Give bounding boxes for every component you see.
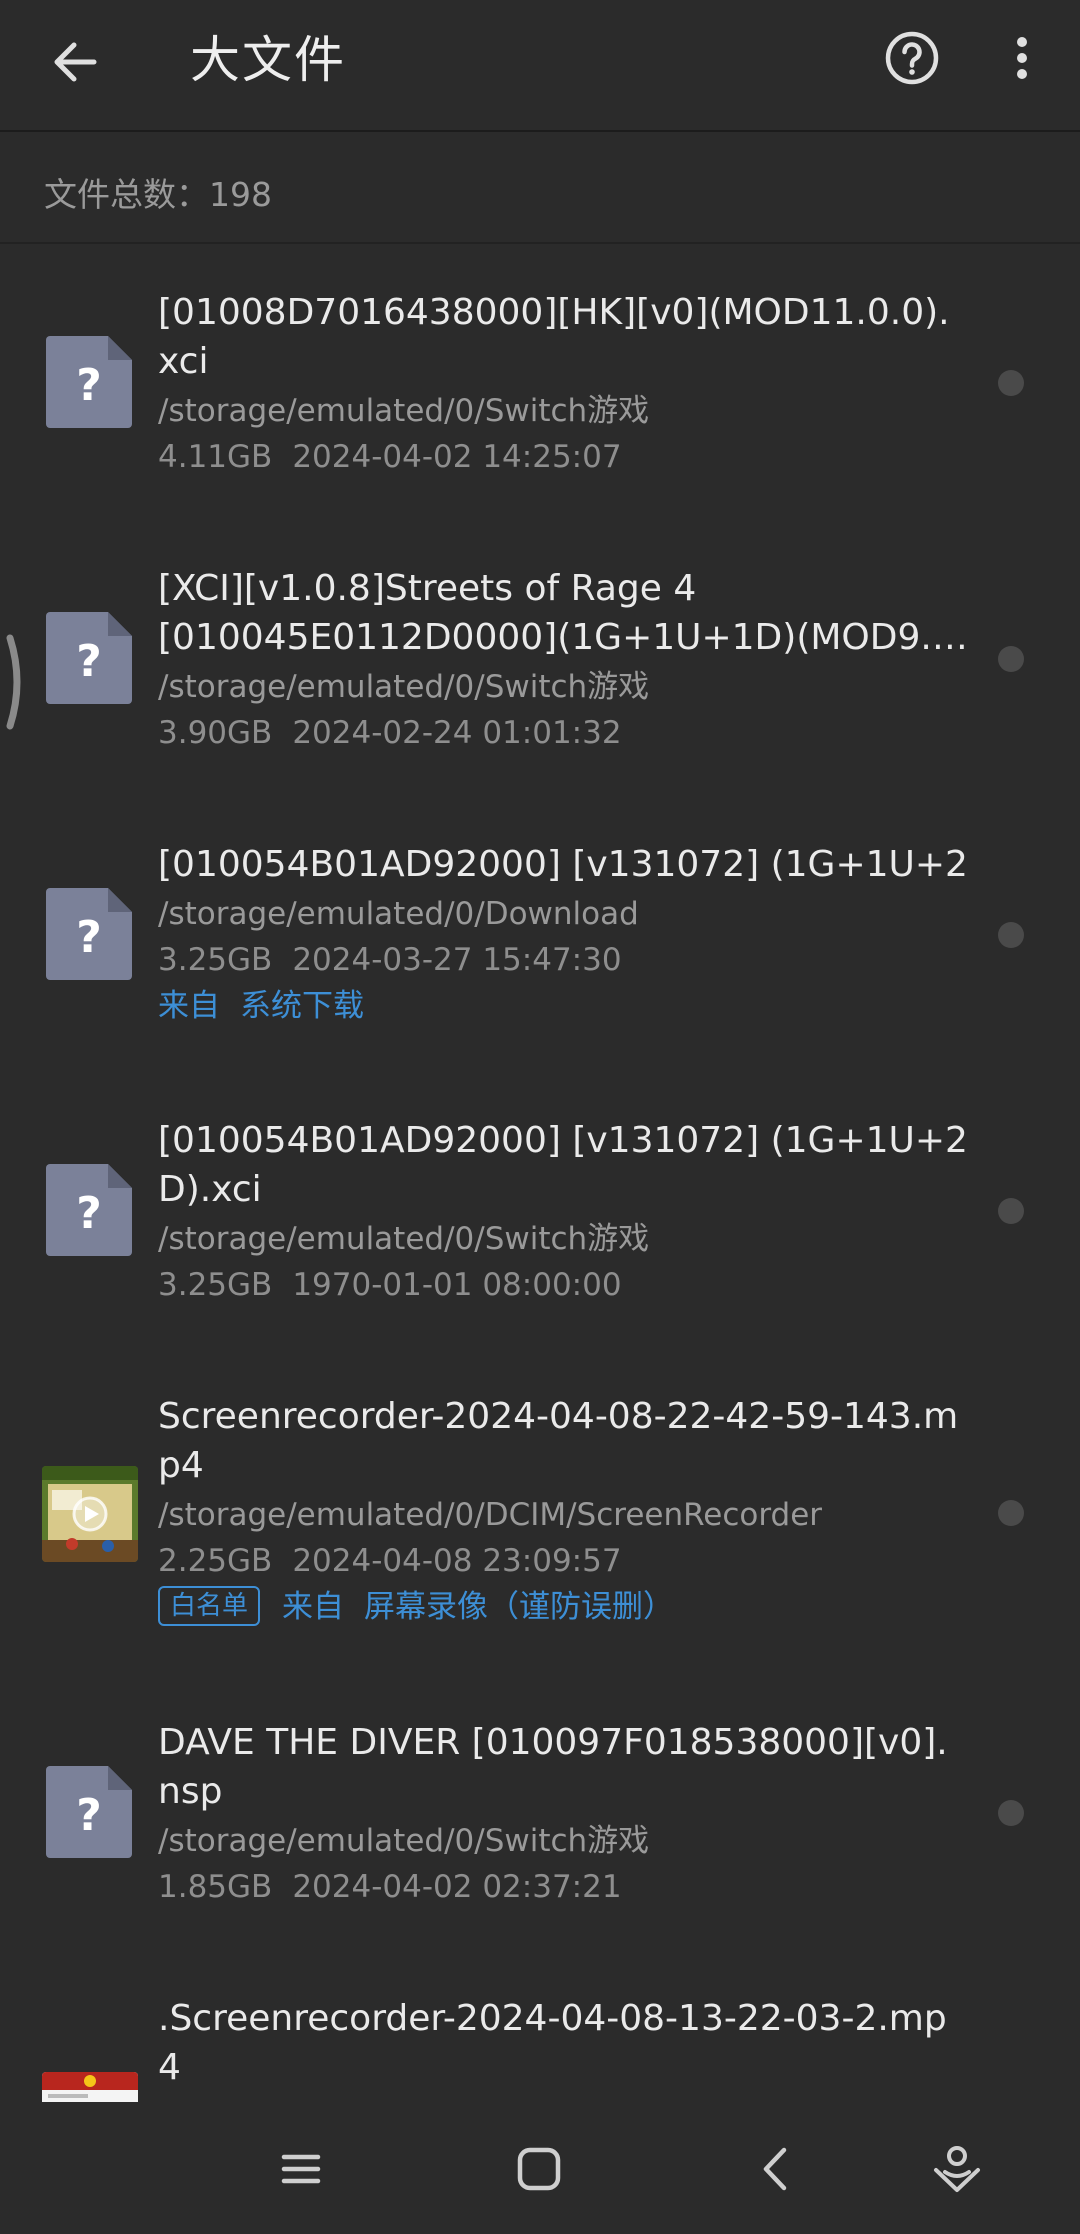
file-name: [010054B01AD92000] [v131072] (1G+1U+2D).… bbox=[158, 1120, 968, 1210]
file-list: ? [01008D7016438000][HK][v0](MOD11.0.0).… bbox=[0, 246, 1080, 2102]
video-thumbnail bbox=[42, 2072, 138, 2102]
list-item[interactable]: ? [010054B01AD92000] [v131072] (1G+1U+2 … bbox=[0, 798, 1080, 1074]
file-meta: 1.85GB 2024-04-02 02:37:21 bbox=[158, 1864, 968, 1910]
file-meta: 3.25GB 1970-01-01 08:00:00 bbox=[158, 1262, 968, 1308]
system-nav-bar bbox=[0, 2102, 1080, 2234]
video-thumbnail bbox=[42, 1466, 138, 1562]
list-item[interactable]: ? DAVE THE DIVER [010097F018538000][v0].… bbox=[0, 1676, 1080, 1952]
file-meta: 2.25GB 2024-04-08 23:09:57 bbox=[158, 1538, 968, 1584]
svg-text:?: ? bbox=[76, 1790, 102, 1841]
file-name-line-1: [XCI][v1.0.8]Streets of Rage 4 bbox=[158, 568, 697, 609]
list-item[interactable]: Screenrecorder-2024-04-08-22-42-59-143.m… bbox=[0, 1350, 1080, 1676]
file-name: [01008D7016438000][HK][v0](MOD11.0.0).xc… bbox=[158, 292, 950, 382]
file-path: /storage/emulated/0/Switch游戏 bbox=[158, 1221, 650, 1257]
svg-text:?: ? bbox=[76, 360, 102, 411]
file-source: 来自 系统下载 bbox=[158, 983, 968, 1029]
file-path: /storage/emulated/0/Download bbox=[158, 896, 639, 932]
video-thumbnail-image bbox=[42, 1466, 138, 1562]
file-count-bar: 文件总数：198 bbox=[0, 134, 1080, 244]
help-circle-icon[interactable] bbox=[876, 22, 948, 94]
page-title: 大文件 bbox=[190, 31, 346, 89]
file-size: 1.85GB bbox=[158, 1869, 273, 1905]
svg-text:?: ? bbox=[76, 912, 102, 963]
file-source: 白名单 来自 屏幕录像（谨防误删） bbox=[158, 1584, 968, 1630]
back-icon[interactable] bbox=[742, 2134, 812, 2204]
file-name: .Screenrecorder-2024-04-08-13-22-03-2.mp… bbox=[158, 1998, 947, 2088]
list-item[interactable]: ? [XCI][v1.0.8]Streets of Rage 4 [010045… bbox=[0, 522, 1080, 798]
svg-text:?: ? bbox=[76, 636, 102, 687]
svg-text:?: ? bbox=[76, 1188, 102, 1239]
unknown-file-icon: ? bbox=[46, 888, 132, 980]
file-count-text: 文件总数：198 bbox=[44, 175, 272, 214]
file-size: 2.25GB bbox=[158, 1543, 273, 1579]
file-date: 2024-04-08 23:09:57 bbox=[292, 1543, 622, 1579]
more-vertical-icon[interactable] bbox=[990, 22, 1050, 94]
select-radio[interactable] bbox=[998, 922, 1024, 948]
file-date: 1970-01-01 08:00:00 bbox=[292, 1267, 622, 1303]
file-name: Screenrecorder-2024-04-08-22-42-59-143.m… bbox=[158, 1396, 959, 1486]
recent-apps-icon[interactable] bbox=[266, 2134, 336, 2204]
assistant-icon[interactable] bbox=[922, 2134, 992, 2204]
file-name: [010054B01AD92000] [v131072] (1G+1U+2 bbox=[158, 844, 968, 885]
file-name-line-2: [010045E0112D0000](1G+1U+1D)(MOD9.2.... bbox=[158, 617, 968, 658]
select-radio[interactable] bbox=[998, 646, 1024, 672]
file-meta: 3.90GB 2024-02-24 01:01:32 bbox=[158, 710, 968, 756]
video-thumbnail-image bbox=[42, 2072, 138, 2102]
app-bar: 大文件 bbox=[0, 0, 1080, 132]
file-size: 3.25GB bbox=[158, 1267, 273, 1303]
arrow-left-icon[interactable] bbox=[40, 26, 112, 98]
list-item[interactable]: ? [01008D7016438000][HK][v0](MOD11.0.0).… bbox=[0, 246, 1080, 522]
file-size: 3.90GB bbox=[158, 715, 273, 751]
unknown-file-icon: ? bbox=[46, 612, 132, 704]
file-date: 2024-03-27 15:47:30 bbox=[292, 942, 622, 978]
whitelist-badge: 白名单 bbox=[158, 1585, 261, 1626]
file-meta: 4.11GB 2024-04-02 14:25:07 bbox=[158, 434, 968, 480]
unknown-file-icon: ? bbox=[46, 1766, 132, 1858]
select-radio[interactable] bbox=[998, 1500, 1024, 1526]
source-from-label: 来自 bbox=[282, 1589, 345, 1625]
file-size: 4.11GB bbox=[158, 439, 273, 475]
file-size: 3.25GB bbox=[158, 942, 273, 978]
list-item[interactable]: ? [010054B01AD92000] [v131072] (1G+1U+2D… bbox=[0, 1074, 1080, 1350]
file-path: /storage/emulated/0/Switch游戏 bbox=[158, 1823, 650, 1859]
file-date: 2024-04-02 02:37:21 bbox=[292, 1869, 622, 1905]
file-path: /storage/emulated/0/Switch游戏 bbox=[158, 669, 650, 705]
file-meta: 3.25GB 2024-03-27 15:47:30 bbox=[158, 937, 968, 983]
file-date: 2024-02-24 01:01:32 bbox=[292, 715, 622, 751]
unknown-file-icon: ? bbox=[46, 336, 132, 428]
select-radio[interactable] bbox=[998, 1800, 1024, 1826]
source-app-link[interactable]: 系统下载 bbox=[240, 988, 364, 1024]
file-path: /storage/emulated/0/Switch游戏 bbox=[158, 393, 650, 429]
file-path: /storage/emulated/0/DCIM/ScreenRecorder bbox=[158, 1497, 823, 1533]
select-radio[interactable] bbox=[998, 1198, 1024, 1224]
home-icon[interactable] bbox=[504, 2134, 574, 2204]
source-from-label: 来自 bbox=[158, 988, 220, 1024]
source-app-link[interactable]: 屏幕录像（谨防误删） bbox=[364, 1589, 674, 1625]
list-item[interactable]: .Screenrecorder-2024-04-08-13-22-03-2.mp… bbox=[0, 1952, 1080, 2102]
select-radio[interactable] bbox=[998, 370, 1024, 396]
file-name: DAVE THE DIVER [010097F018538000][v0].ns… bbox=[158, 1722, 948, 1812]
unknown-file-icon: ? bbox=[46, 1164, 132, 1256]
file-date: 2024-04-02 14:25:07 bbox=[292, 439, 622, 475]
